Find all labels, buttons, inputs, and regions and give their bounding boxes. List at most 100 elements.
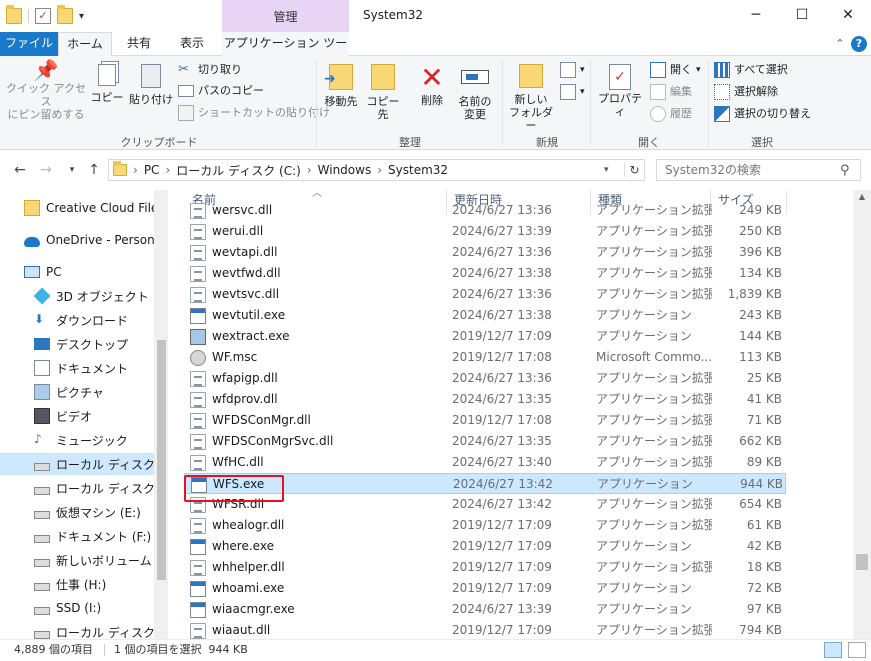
table-row[interactable]: wevtapi.dll 2024/6/27 13:36 アプリケーション拡張 396 … — [184, 242, 786, 263]
file-date: 2019/12/7 17:09 — [452, 518, 552, 532]
dll-file-icon — [190, 223, 206, 240]
tab-application-tools[interactable]: アプリケーション ツール — [222, 32, 349, 72]
table-row[interactable]: whoami.exe 2019/12/7 17:09 アプリケーション 72 KB — [184, 578, 786, 599]
nav-item[interactable]: デスクトップ — [0, 333, 154, 355]
help-icon[interactable]: ? — [851, 36, 867, 52]
nav-item[interactable]: ドキュメント — [0, 357, 154, 379]
table-row[interactable]: whealogr.dll 2019/12/7 17:09 アプリケーション拡張 61 … — [184, 515, 786, 536]
table-row[interactable]: WfHC.dll 2024/6/27 13:40 アプリケーション拡張 89 KB — [184, 452, 786, 473]
nav-item[interactable]: ローカル ディスク (D:) — [0, 477, 168, 499]
collapse-ribbon-icon[interactable]: ⌃ — [832, 36, 848, 52]
close-button[interactable]: ✕ — [825, 0, 871, 32]
copy-path-button[interactable]: パスのコピー — [178, 81, 264, 101]
breadcrumb-c-drive[interactable]: ローカル ディスク (C:) — [176, 162, 301, 179]
back-arrow-icon[interactable]: ← — [10, 160, 30, 180]
table-row[interactable]: wfdprov.dll 2024/6/27 13:35 アプリケーション拡張 41 K… — [184, 389, 786, 410]
search-input[interactable]: System32の検索 — [656, 159, 861, 181]
file-size: 250 KB — [739, 224, 782, 238]
table-row[interactable]: WFDSConMgrSvc.dll 2024/6/27 13:35 アプリケーション… — [184, 431, 786, 452]
breadcrumb-windows[interactable]: Windows — [318, 163, 372, 177]
delete-button[interactable]: ✕ 削除 — [412, 64, 452, 108]
table-row[interactable]: wiaaut.dll 2019/12/7 17:09 アプリケーション拡張 794 K… — [184, 620, 786, 640]
table-row[interactable]: WF.msc 2019/12/7 17:08 Microsoft Commo... 1… — [184, 347, 786, 368]
invert-selection-button[interactable]: 選択の切り替え — [714, 104, 811, 124]
file-name: whhelper.dll — [212, 560, 285, 574]
cut-button[interactable]: ✂ 切り取り — [178, 60, 242, 80]
paste-shortcut-button[interactable]: ショートカットの貼り付け — [178, 103, 330, 123]
nav-item[interactable]: ピクチャ — [0, 381, 154, 403]
new-folder-button[interactable]: 新しい フォルダー — [506, 64, 556, 132]
nav-item[interactable]: ビデオ — [0, 405, 154, 427]
maximize-button[interactable]: ☐ — [779, 0, 825, 32]
file-date: 2019/12/7 17:09 — [452, 329, 552, 343]
move-to-button[interactable]: ➜ 移動先 — [320, 64, 362, 108]
recent-locations-icon[interactable]: ▾ — [62, 160, 82, 180]
breadcrumb-system32[interactable]: System32 — [388, 163, 448, 177]
table-row[interactable]: wextract.exe 2019/12/7 17:09 アプリケーション 144 K… — [184, 326, 786, 347]
table-row[interactable]: whhelper.dll 2019/12/7 17:09 アプリケーション拡張 18 … — [184, 557, 786, 578]
new-folder-icon[interactable] — [57, 5, 73, 24]
table-row[interactable]: wevtfwd.dll 2024/6/27 13:38 アプリケーション拡張 134 … — [184, 263, 786, 284]
table-row[interactable]: wevtutil.exe 2024/6/27 13:38 アプリケーション 243 K… — [184, 305, 786, 326]
nav-item[interactable]: ローカル ディスク (C:) — [0, 453, 168, 475]
breadcrumb-pc[interactable]: PC — [144, 163, 160, 177]
nav-item[interactable]: 仕事 (H:) — [0, 573, 154, 595]
scroll-up-icon[interactable]: ▲ — [853, 192, 871, 201]
nav-item[interactable]: SSD (I:) — [0, 597, 154, 619]
file-list-scrollbar-thumb[interactable] — [856, 554, 868, 570]
open-button[interactable]: 開く ▾ — [650, 60, 701, 80]
minimize-button[interactable]: ─ — [733, 0, 779, 32]
forward-arrow-icon[interactable]: → — [36, 160, 56, 180]
table-row[interactable]: wevtsvc.dll 2024/6/27 13:36 アプリケーション拡張 1,83… — [184, 284, 786, 305]
properties-icon[interactable]: ✓ — [35, 8, 51, 24]
tab-home[interactable]: ホーム — [58, 32, 112, 57]
address-bar[interactable]: › PC › ローカル ディスク (C:) › Windows › System… — [108, 159, 645, 181]
nav-item[interactable]: 仮想マシン (E:) — [0, 501, 154, 523]
large-icons-view-icon[interactable] — [848, 642, 866, 658]
up-arrow-icon[interactable]: ↑ — [84, 160, 104, 180]
new-item-button[interactable]: ▾ — [560, 60, 585, 80]
table-row[interactable]: wfapigp.dll 2024/6/27 13:36 アプリケーション拡張 25 K… — [184, 368, 786, 389]
tab-file[interactable]: ファイル — [0, 32, 58, 56]
refresh-icon[interactable]: ↻ — [624, 163, 644, 177]
nav-item[interactable]: Creative Cloud Files — [0, 197, 165, 219]
file-rows: wersvc.dll 2024/6/27 13:36 アプリケーション拡張 249 K… — [170, 202, 853, 640]
rename-button[interactable]: 名前の 変更 — [452, 64, 498, 121]
3d-objects-icon — [33, 287, 51, 305]
pin-quick-access-button[interactable]: 📌 クイック アクセス にピン留めする — [4, 60, 88, 121]
easy-access-button[interactable]: ▾ — [560, 82, 585, 102]
history-button[interactable]: 履歴 — [650, 104, 692, 124]
table-row[interactable]: werui.dll 2024/6/27 13:39 アプリケーション拡張 250 KB — [184, 221, 786, 242]
qat-dropdown-icon[interactable]: ▾ — [79, 11, 84, 22]
copy-to-button[interactable]: コピー先 — [362, 64, 404, 121]
file-size: 18 KB — [746, 560, 782, 574]
table-row[interactable]: wersvc.dll 2024/6/27 13:36 アプリケーション拡張 249 K… — [184, 200, 786, 221]
chevron-right-icon: › — [165, 163, 171, 177]
properties-button[interactable]: ✓ プロパティ — [594, 64, 646, 118]
nav-item[interactable]: 新しいボリューム (G:) — [0, 549, 168, 571]
nav-item[interactable]: ドキュメント (F:) — [0, 525, 154, 547]
table-row[interactable]: wiaacmgr.exe 2024/6/27 13:39 アプリケーション 97 KB — [184, 599, 786, 620]
tab-share[interactable]: 共有 — [114, 32, 164, 56]
select-all-button[interactable]: すべて選択 — [714, 60, 788, 80]
table-row[interactable]: where.exe 2019/12/7 17:09 アプリケーション 42 KB — [184, 536, 786, 557]
details-view-icon[interactable] — [824, 642, 842, 658]
select-none-button[interactable]: 選択解除 — [714, 82, 778, 102]
nav-item[interactable]: PC — [0, 261, 154, 283]
file-list-scrollbar[interactable]: ▲ — [853, 190, 871, 640]
file-name-cell: wevtutil.exe — [190, 305, 440, 326]
nav-scrollbar-thumb[interactable] — [157, 340, 166, 580]
tab-view[interactable]: 表示 — [166, 32, 218, 56]
copy-button[interactable]: コピー — [90, 64, 124, 104]
nav-item[interactable]: OneDrive - Personal — [0, 229, 165, 251]
nav-item[interactable]: ♪ ミュージック — [0, 429, 154, 451]
edit-button[interactable]: 編集 — [650, 82, 692, 102]
move-to-icon: ➜ — [324, 64, 353, 90]
nav-item[interactable]: 3D オブジェクト — [0, 285, 154, 307]
nav-item[interactable]: ⬇ ダウンロード — [0, 309, 154, 331]
nav-item[interactable]: ローカル ディスク (K:) — [0, 621, 168, 640]
address-dropdown-icon[interactable]: ▾ — [604, 165, 618, 175]
table-row[interactable]: WFDSConMgr.dll 2019/12/7 17:08 アプリケーション拡張 7… — [184, 410, 786, 431]
paste-button[interactable]: 貼り付け — [128, 64, 174, 106]
file-size: 41 KB — [746, 392, 782, 406]
